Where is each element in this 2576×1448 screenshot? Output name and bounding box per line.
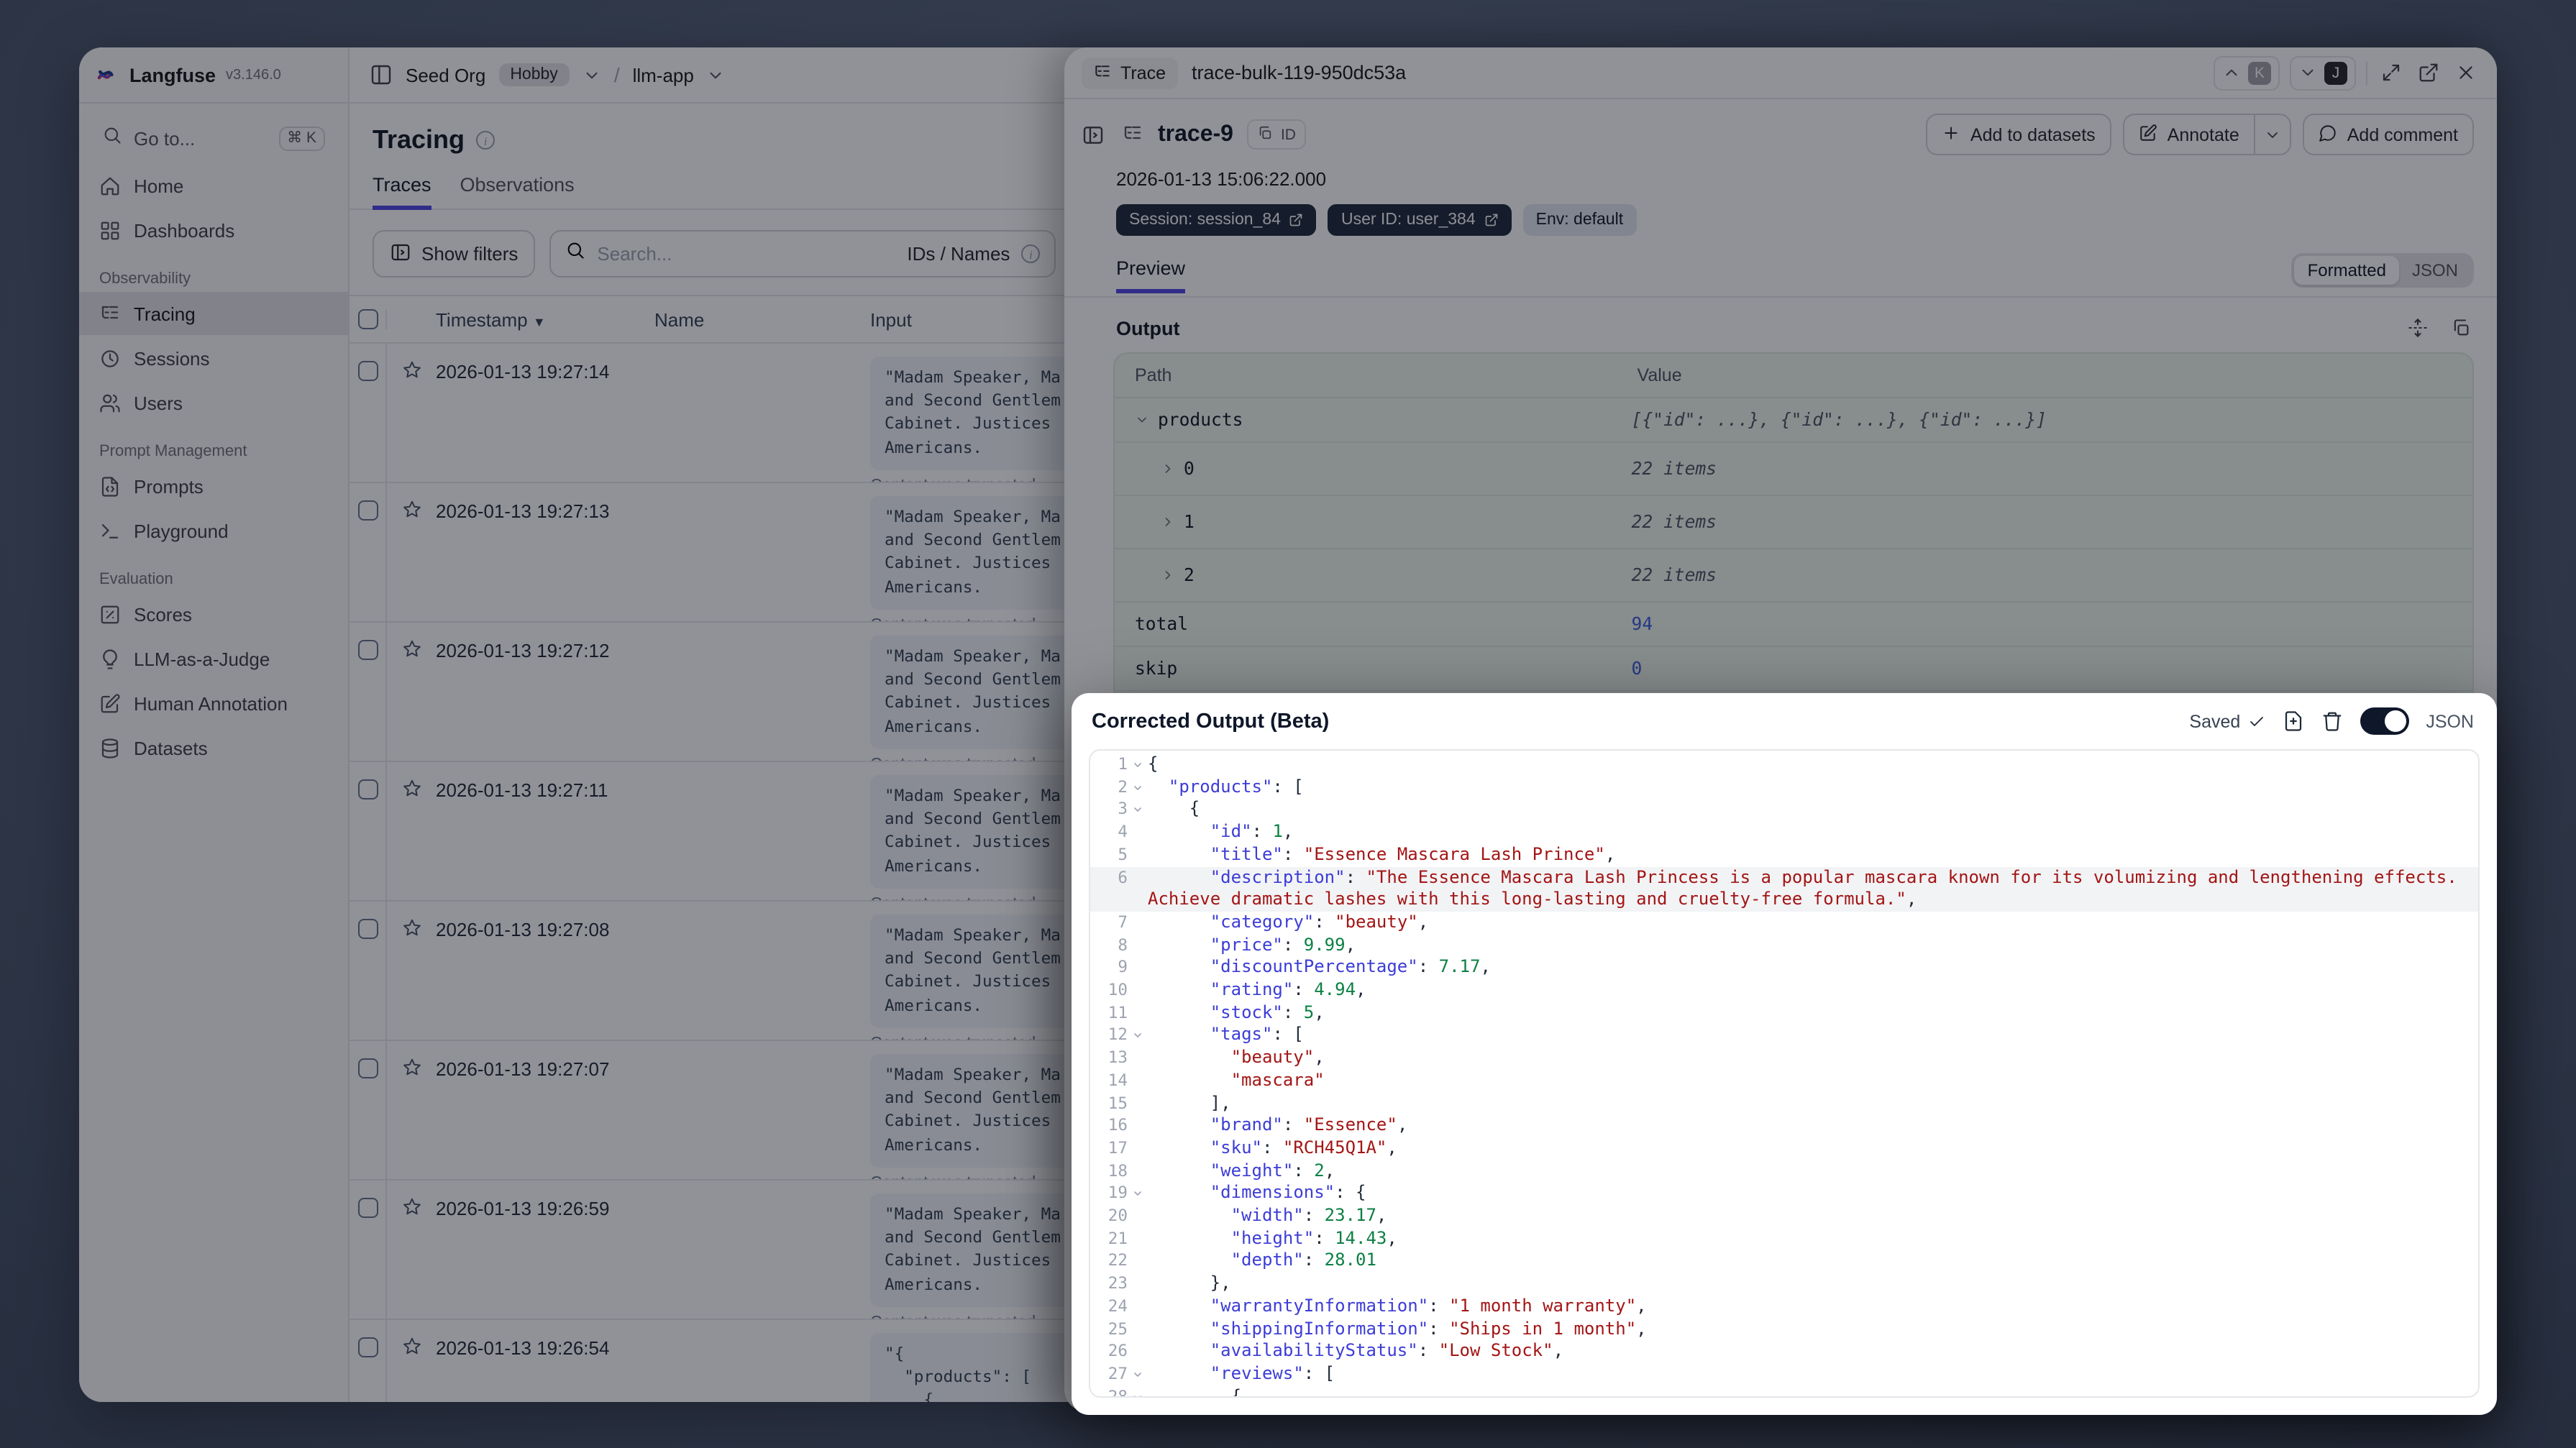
gutter-spacer [1128,934,1148,956]
gutter-spacer [1128,1250,1148,1273]
code-line[interactable]: 1{ [1090,753,2478,776]
code-line[interactable]: 20 "width": 23.17, [1090,1205,2478,1227]
gutter-spacer [1128,1115,1148,1137]
gutter-spacer [1128,1318,1148,1340]
fold-chevron-icon[interactable] [1128,1363,1148,1385]
gutter-spacer [1128,1296,1148,1318]
code-line[interactable]: 10 "rating": 4.94, [1090,979,2478,1002]
fold-chevron-icon[interactable] [1128,776,1148,798]
gutter-spacer [1128,1047,1148,1069]
code-line[interactable]: 9 "discountPercentage": 7.17, [1090,957,2478,979]
code-line[interactable]: 7 "category": "beauty", [1090,912,2478,934]
corrected-output-panel: Corrected Output (Beta) Saved JSON 1{2 "… [1072,693,2497,1415]
gutter-spacer [1128,979,1148,1002]
code-line[interactable]: 4 "id": 1, [1090,821,2478,843]
corrected-output-title: Corrected Output (Beta) [1092,710,1330,733]
gutter-spacer [1128,1228,1148,1250]
saved-status: Saved [2189,711,2265,731]
gutter-spacer [1128,957,1148,979]
gutter-spacer [1128,866,1148,889]
code-line[interactable]: 6 "description": "The Essence Mascara La… [1090,866,2478,889]
code-line[interactable]: 3 { [1090,799,2478,821]
gutter-spacer [1128,1205,1148,1227]
code-line[interactable]: 2 "products": [ [1090,776,2478,798]
desktop-background: Langfuse v3.146.0 Go to... ⌘ K Home Dashb… [0,0,2576,1448]
trash-icon[interactable] [2321,710,2342,732]
gutter-spacer [1128,889,1148,911]
code-line[interactable]: 16 "brand": "Essence", [1090,1115,2478,1137]
code-line[interactable]: 12 "tags": [ [1090,1025,2478,1047]
gutter-spacer [1128,912,1148,934]
fold-chevron-icon[interactable] [1128,1385,1148,1396]
fold-chevron-icon[interactable] [1128,799,1148,821]
json-code-editor[interactable]: 1{2 "products": [3 {4 "id": 1, 5 "title":… [1089,749,2480,1398]
check-icon [2247,712,2265,730]
gutter-spacer [1128,821,1148,843]
gutter-spacer [1128,1070,1148,1092]
code-line[interactable]: 11 "stock": 5, [1090,1002,2478,1024]
gutter-spacer [1128,1273,1148,1295]
fold-chevron-icon[interactable] [1128,753,1148,776]
gutter-spacer [1128,1092,1148,1114]
gutter-spacer [1128,1002,1148,1024]
code-line[interactable]: 27 "reviews": [ [1090,1363,2478,1385]
gutter-spacer [1128,1160,1148,1182]
code-line[interactable]: 5 "title": "Essence Mascara Lash Prince"… [1090,844,2478,866]
json-toggle-label: JSON [2426,711,2474,731]
code-line[interactable]: 17 "sku": "RCH45Q1A", [1090,1137,2478,1160]
code-line[interactable]: 28 { [1090,1385,2478,1396]
code-line[interactable]: 15 ], [1090,1092,2478,1114]
code-line[interactable]: Achieve dramatic lashes with this long-l… [1090,889,2478,912]
fold-chevron-icon[interactable] [1128,1025,1148,1047]
code-line[interactable]: 25 "shippingInformation": "Ships in 1 mo… [1090,1318,2478,1340]
json-toggle[interactable] [2360,707,2409,735]
fold-chevron-icon[interactable] [1128,1183,1148,1205]
code-line[interactable]: 23 }, [1090,1273,2478,1295]
code-line[interactable]: 19 "dimensions": { [1090,1183,2478,1205]
gutter-spacer [1128,1137,1148,1160]
code-line[interactable]: 8 "price": 9.99, [1090,934,2478,956]
code-line[interactable]: 18 "weight": 2, [1090,1160,2478,1182]
code-line[interactable]: 26 "availabilityStatus": "Low Stock", [1090,1341,2478,1363]
code-line[interactable]: 13 "beauty", [1090,1047,2478,1069]
code-line[interactable]: 24 "warrantyInformation": "1 month warra… [1090,1296,2478,1318]
gutter-spacer [1128,1341,1148,1363]
code-line[interactable]: 22 "depth": 28.01 [1090,1250,2478,1273]
code-line[interactable]: 14 "mascara" [1090,1070,2478,1092]
gutter-spacer [1128,844,1148,866]
file-diff-icon[interactable] [2282,710,2303,732]
code-line[interactable]: 21 "height": 14.43, [1090,1228,2478,1250]
